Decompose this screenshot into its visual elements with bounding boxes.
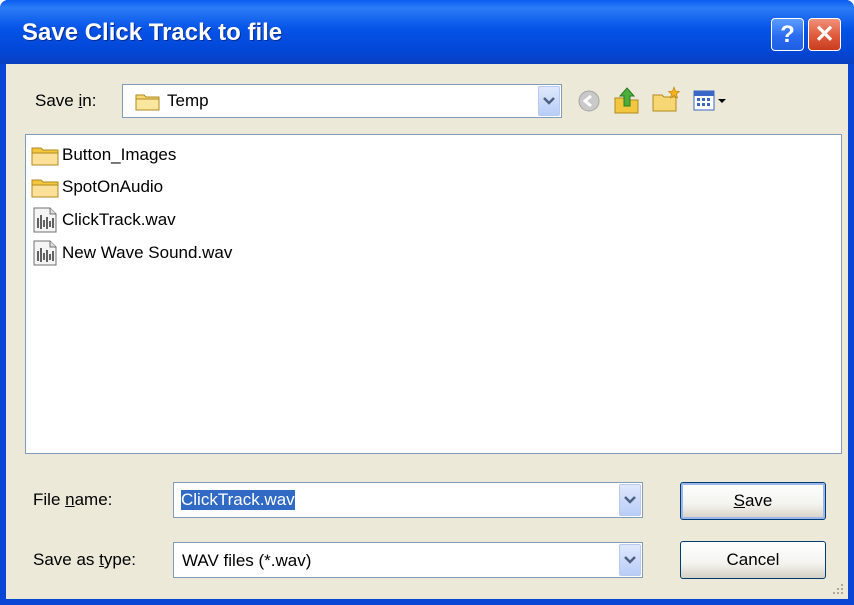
cancel-button[interactable]: Cancel (680, 541, 826, 579)
save-in-label: Save in: (35, 91, 97, 110)
list-item[interactable]: SpotOnAudio (30, 173, 163, 201)
list-item[interactable]: ClickTrack.wav (30, 206, 176, 234)
save-as-type-dropdown-button[interactable] (619, 544, 641, 576)
views-menu-button[interactable] (690, 87, 730, 115)
views-menu-icon (693, 90, 726, 111)
back-icon (578, 90, 600, 112)
title-bar[interactable]: Save Click Track to file ? ✕ (0, 0, 854, 64)
chevron-down-icon (543, 96, 555, 105)
file-name-label: File name: (33, 490, 113, 509)
list-item-label: ClickTrack.wav (62, 210, 176, 229)
new-folder-button[interactable] (650, 85, 682, 115)
help-button[interactable]: ? (771, 18, 804, 51)
save-as-type-label: Save as type: (33, 550, 137, 569)
back-button[interactable] (576, 88, 602, 114)
close-button[interactable]: ✕ (808, 18, 841, 51)
dialog-body: Save in: Temp Button_Images SpotOnAudio … (6, 64, 848, 599)
list-item-label: New Wave Sound.wav (62, 243, 233, 262)
new-folder-icon (652, 86, 681, 112)
wav-file-icon (33, 240, 57, 266)
resize-grip-icon[interactable] (831, 582, 845, 596)
list-item-label: Button_Images (62, 145, 177, 164)
folder-icon (31, 147, 59, 166)
save-as-type-select[interactable]: WAV files (*.wav) (173, 542, 643, 578)
save-in-combo[interactable]: Temp (122, 84, 562, 118)
save-in-value: Temp (167, 91, 209, 110)
file-name-value[interactable]: ClickTrack.wav (181, 490, 295, 510)
list-item[interactable]: New Wave Sound.wav (30, 239, 232, 267)
folder-icon (31, 179, 59, 198)
list-item[interactable]: Button_Images (30, 141, 176, 169)
file-list[interactable]: Button_Images SpotOnAudio ClickTrack.wav… (25, 134, 842, 454)
save-button[interactable]: Save (680, 482, 826, 520)
chevron-down-icon (624, 555, 636, 564)
folder-icon (135, 91, 161, 116)
up-folder-icon (614, 87, 639, 114)
dialog-title: Save Click Track to file (22, 19, 283, 46)
wav-file-icon (33, 207, 57, 233)
chevron-down-icon (624, 495, 636, 504)
save-in-dropdown-button[interactable] (538, 86, 560, 116)
save-as-type-value: WAV files (*.wav) (182, 551, 312, 570)
save-dialog: Save Click Track to file ? ✕ Save in: Te… (0, 0, 854, 605)
file-name-dropdown-button[interactable] (619, 484, 641, 516)
up-folder-button[interactable] (612, 84, 642, 116)
list-item-label: SpotOnAudio (62, 177, 164, 196)
file-name-field[interactable]: ClickTrack.wav (173, 482, 643, 518)
